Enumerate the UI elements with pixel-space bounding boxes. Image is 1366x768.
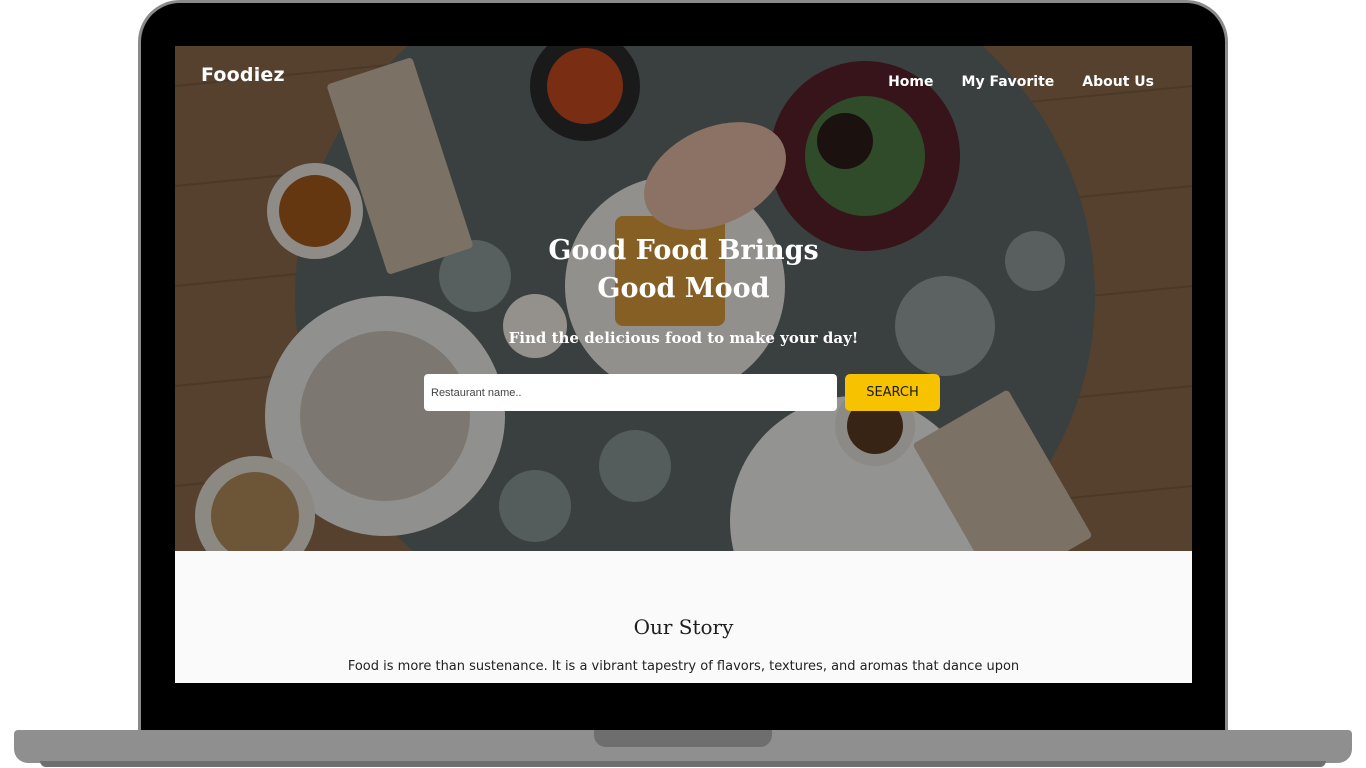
nav-my-favorite[interactable]: My Favorite	[962, 74, 1055, 90]
nav-about-us[interactable]: About Us	[1082, 74, 1154, 90]
laptop-mockup: Foodiez Home My Favorite About Us Good F…	[0, 0, 1366, 768]
hero-title: Good Food Brings Good Mood	[175, 232, 1192, 308]
search-bar: SEARCH	[424, 374, 940, 411]
laptop-notch	[594, 730, 772, 747]
laptop-screen: Foodiez Home My Favorite About Us Good F…	[175, 46, 1192, 683]
search-button[interactable]: SEARCH	[845, 374, 940, 411]
story-text: Food is more than sustenance. It is a vi…	[347, 659, 1020, 674]
hero-title-line1: Good Food Brings	[548, 235, 819, 266]
hero-section: Foodiez Home My Favorite About Us Good F…	[175, 46, 1192, 551]
laptop-base-shadow	[40, 761, 1326, 767]
restaurant-search-input[interactable]	[424, 374, 837, 411]
our-story-section: Our Story Food is more than sustenance. …	[175, 551, 1192, 683]
nav-home[interactable]: Home	[888, 74, 933, 90]
story-title: Our Story	[633, 615, 734, 639]
brand-logo[interactable]: Foodiez	[201, 64, 285, 86]
hero-subtitle: Find the delicious food to make your day…	[508, 329, 859, 347]
hero-title-line2: Good Mood	[597, 273, 770, 304]
main-nav: Home My Favorite About Us	[888, 74, 1154, 90]
